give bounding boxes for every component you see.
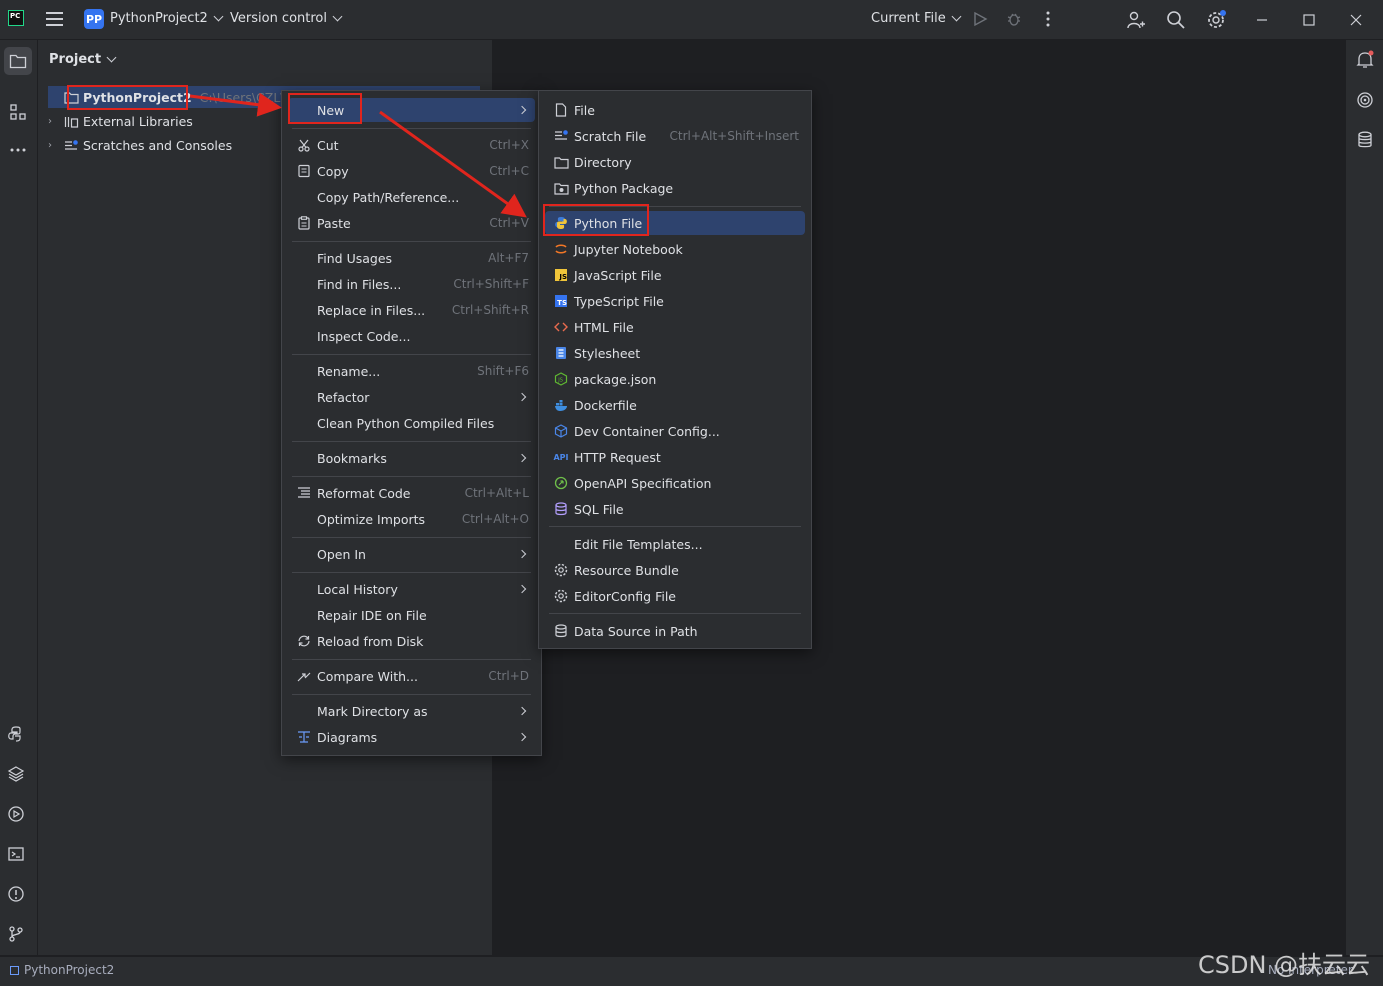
module-icon xyxy=(10,965,19,975)
arrow-to-new xyxy=(189,92,282,117)
arrow-to-python-file xyxy=(379,110,527,218)
csdn-watermark: CSDN @扶云云 xyxy=(1198,951,1371,979)
annotation-arrows xyxy=(189,92,527,218)
status-bar: PythonProject2 No interpreter xyxy=(0,956,1383,986)
status-project-label: PythonProject2 xyxy=(24,963,115,977)
status-project-breadcrumb[interactable]: PythonProject2 xyxy=(10,963,114,977)
